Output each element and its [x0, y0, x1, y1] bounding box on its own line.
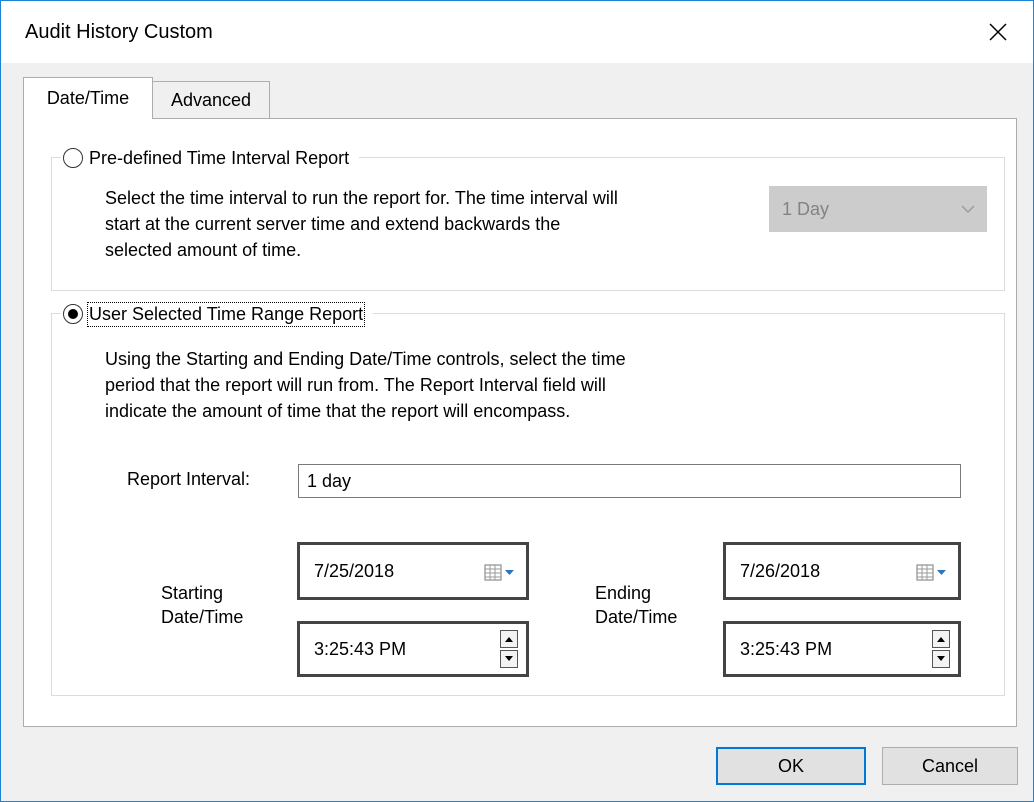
user-selected-description: Using the Starting and Ending Date/Time …	[105, 349, 626, 421]
user-selected-radio[interactable]: User Selected Time Range Report	[61, 300, 374, 328]
arrow-down-icon	[505, 656, 513, 661]
end-date-value: 7/26/2018	[740, 560, 821, 581]
start-time-picker[interactable]: 3:25:43 PM	[297, 621, 529, 677]
tab-date-time-label: Date/Time	[46, 88, 130, 108]
end-time-picker[interactable]: 3:25:43 PM	[723, 621, 961, 677]
tab-advanced[interactable]: Advanced	[152, 81, 270, 119]
report-interval-value: 1 day	[307, 470, 352, 491]
end-time-value: 3:25:43 PM	[740, 638, 833, 659]
cancel-button-label: Cancel	[921, 755, 979, 776]
close-button[interactable]	[963, 1, 1033, 63]
predefined-radio-circle[interactable]	[63, 148, 83, 168]
arrow-up-icon	[937, 637, 945, 642]
end-date-picker[interactable]: 7/26/2018	[723, 542, 961, 600]
start-time-value: 3:25:43 PM	[314, 638, 407, 659]
tab-advanced-label: Advanced	[170, 90, 252, 110]
interval-dropdown-value: 1 Day	[782, 198, 830, 219]
arrow-down-icon	[937, 656, 945, 661]
end-time-up-button[interactable]	[932, 630, 950, 648]
predefined-description: Select the time interval to run the repo…	[105, 188, 618, 260]
predefined-radio-label: Pre-defined Time Interval Report	[89, 147, 350, 168]
close-icon	[989, 23, 1007, 41]
start-calendar-button[interactable]	[484, 563, 516, 583]
ok-button-label: OK	[777, 755, 804, 776]
report-interval-label: Report Interval:	[127, 469, 251, 489]
start-date-value: 7/25/2018	[314, 560, 395, 581]
end-time-spinner[interactable]	[932, 630, 950, 668]
dialog-window: Audit History Custom Date/Time Advanced …	[0, 0, 1034, 802]
end-calendar-button[interactable]	[916, 563, 948, 583]
user-selected-radio-label: User Selected Time Range Report	[86, 301, 366, 327]
predefined-radio[interactable]: Pre-defined Time Interval Report	[61, 145, 360, 171]
calendar-icon	[484, 564, 514, 581]
tab-date-time[interactable]: Date/Time	[23, 77, 153, 119]
chevron-down-icon	[961, 205, 975, 213]
ending-date-time-label: Ending Date/Time	[595, 583, 678, 627]
start-date-picker[interactable]: 7/25/2018	[297, 542, 529, 600]
report-interval-field[interactable]: 1 day	[298, 464, 961, 498]
end-time-down-button[interactable]	[932, 650, 950, 668]
start-time-down-button[interactable]	[500, 650, 518, 668]
start-time-spinner[interactable]	[500, 630, 518, 668]
user-selected-radio-circle[interactable]	[63, 304, 83, 324]
start-time-up-button[interactable]	[500, 630, 518, 648]
interval-dropdown: 1 Day	[769, 186, 987, 232]
cancel-button[interactable]: Cancel	[882, 747, 1018, 785]
starting-date-time-label: Starting Date/Time	[161, 583, 244, 627]
title-bar[interactable]: Audit History Custom	[1, 1, 1033, 63]
dialog-title: Audit History Custom	[25, 21, 213, 43]
calendar-icon	[916, 564, 946, 581]
ok-button[interactable]: OK	[716, 747, 866, 785]
arrow-up-icon	[505, 637, 513, 642]
